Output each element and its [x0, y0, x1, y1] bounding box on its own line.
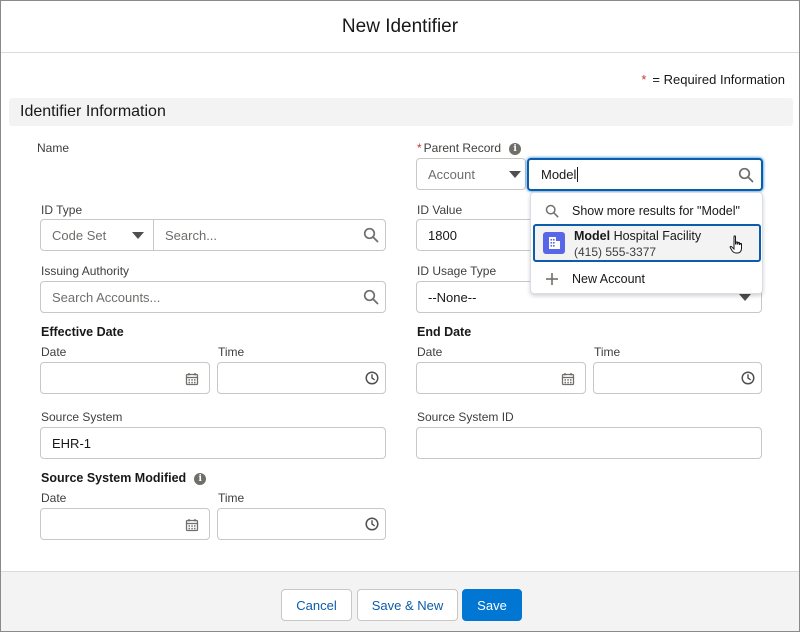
- source-system-label: Source System: [41, 410, 123, 424]
- source-system-modified-text: Source System Modified: [41, 471, 187, 485]
- source-modified-time-input[interactable]: [217, 508, 386, 540]
- required-info-text: = Required Information: [652, 72, 785, 87]
- required-star: *: [641, 72, 647, 87]
- id-value-text: 1800: [428, 227, 457, 243]
- effective-date-date-label: Date: [41, 345, 67, 359]
- show-more-results-text: Show more results for "Model": [572, 204, 740, 218]
- source-system-input[interactable]: EHR-1: [40, 427, 386, 459]
- end-date-input[interactable]: [416, 362, 586, 394]
- chevron-down-icon: [132, 232, 144, 239]
- source-system-id-input[interactable]: [416, 427, 762, 459]
- search-icon[interactable]: [363, 289, 379, 305]
- lookup-result-rest: Hospital Facility: [610, 229, 702, 243]
- parent-record-object-select[interactable]: Account: [416, 158, 526, 190]
- issuing-authority-placeholder: Search Accounts...: [52, 289, 161, 305]
- search-icon: [545, 204, 559, 218]
- id-type-search-input[interactable]: Search...: [154, 220, 385, 250]
- calendar-icon[interactable]: [185, 372, 199, 386]
- source-modified-date-label: Date: [41, 491, 67, 505]
- lookup-result-item[interactable]: Model Hospital Facility (415) 555-3377: [533, 224, 761, 262]
- account-icon: [543, 232, 565, 254]
- search-icon[interactable]: [363, 227, 379, 243]
- source-modified-time-label: Time: [218, 491, 245, 505]
- lookup-result-title: Model Hospital Facility: [574, 229, 701, 244]
- parent-record-object-value: Account: [428, 166, 475, 182]
- source-system-value: EHR-1: [52, 435, 92, 451]
- cancel-button[interactable]: Cancel: [281, 589, 352, 621]
- new-account-option[interactable]: New Account: [531, 269, 762, 289]
- clock-icon[interactable]: [365, 517, 379, 531]
- lookup-results-dropdown: Show more results for "Model" Model Hosp…: [530, 192, 763, 294]
- modal: New Identifier * = Required Information I…: [0, 0, 800, 632]
- required-info-note: * = Required Information: [641, 72, 785, 87]
- new-account-text: New Account: [572, 272, 645, 286]
- modal-header: New Identifier: [1, 1, 799, 53]
- parent-record-label-text: Parent Record: [423, 141, 502, 155]
- id-usage-type-value: --None--: [428, 289, 477, 305]
- id-type-select[interactable]: Code Set: [41, 220, 154, 250]
- save-button[interactable]: Save: [462, 589, 522, 621]
- calendar-icon[interactable]: [185, 518, 199, 532]
- search-icon[interactable]: [738, 167, 754, 183]
- effective-date-input[interactable]: [40, 362, 210, 394]
- modal-footer: Cancel Save & New Save: [1, 571, 799, 631]
- effective-time-input[interactable]: [217, 362, 386, 394]
- parent-record-required-star: *: [417, 141, 422, 155]
- info-icon[interactable]: i: [194, 473, 207, 485]
- id-usage-type-label: ID Usage Type: [417, 264, 497, 278]
- parent-record-search-input[interactable]: Model: [527, 158, 763, 191]
- chevron-down-icon: [739, 294, 751, 301]
- id-type-value: Code Set: [52, 227, 107, 243]
- end-time-input[interactable]: [593, 362, 762, 394]
- hand-pointer-icon: [729, 235, 742, 254]
- id-value-label: ID Value: [417, 203, 463, 217]
- end-date-heading: End Date: [417, 325, 472, 339]
- source-modified-date-input[interactable]: [40, 508, 210, 540]
- issuing-authority-input[interactable]: Search Accounts...: [40, 281, 386, 313]
- id-type-label: ID Type: [41, 203, 83, 217]
- end-date-time-label: Time: [594, 345, 621, 359]
- id-type-combobox[interactable]: Code Set Search...: [40, 219, 386, 251]
- modal-title: New Identifier: [341, 15, 459, 37]
- parent-record-label: * Parent Record i: [417, 141, 522, 155]
- plus-icon: [546, 273, 558, 285]
- parent-record-search-value: Model: [541, 167, 577, 182]
- text-cursor: [577, 167, 579, 182]
- lookup-result-subtitle: (415) 555-3377: [574, 245, 657, 259]
- effective-date-time-label: Time: [218, 345, 245, 359]
- chevron-down-icon: [509, 171, 521, 178]
- info-icon[interactable]: i: [509, 143, 522, 155]
- issuing-authority-label: Issuing Authority: [41, 264, 130, 278]
- section-header[interactable]: Identifier Information: [9, 98, 793, 126]
- section-title: Identifier Information: [20, 103, 166, 120]
- clock-icon[interactable]: [365, 371, 379, 385]
- save-and-new-button[interactable]: Save & New: [357, 589, 458, 621]
- source-system-modified-heading: Source System Modified i: [41, 471, 207, 485]
- calendar-icon[interactable]: [561, 372, 575, 386]
- source-system-id-label: Source System ID: [417, 410, 514, 424]
- lookup-result-match: Model: [574, 229, 611, 243]
- end-date-date-label: Date: [417, 345, 443, 359]
- show-more-results-option[interactable]: Show more results for "Model": [531, 201, 762, 221]
- name-label: Name: [37, 141, 70, 155]
- id-type-search-placeholder: Search...: [165, 227, 218, 243]
- clock-icon[interactable]: [741, 371, 755, 385]
- effective-date-heading: Effective Date: [41, 325, 124, 339]
